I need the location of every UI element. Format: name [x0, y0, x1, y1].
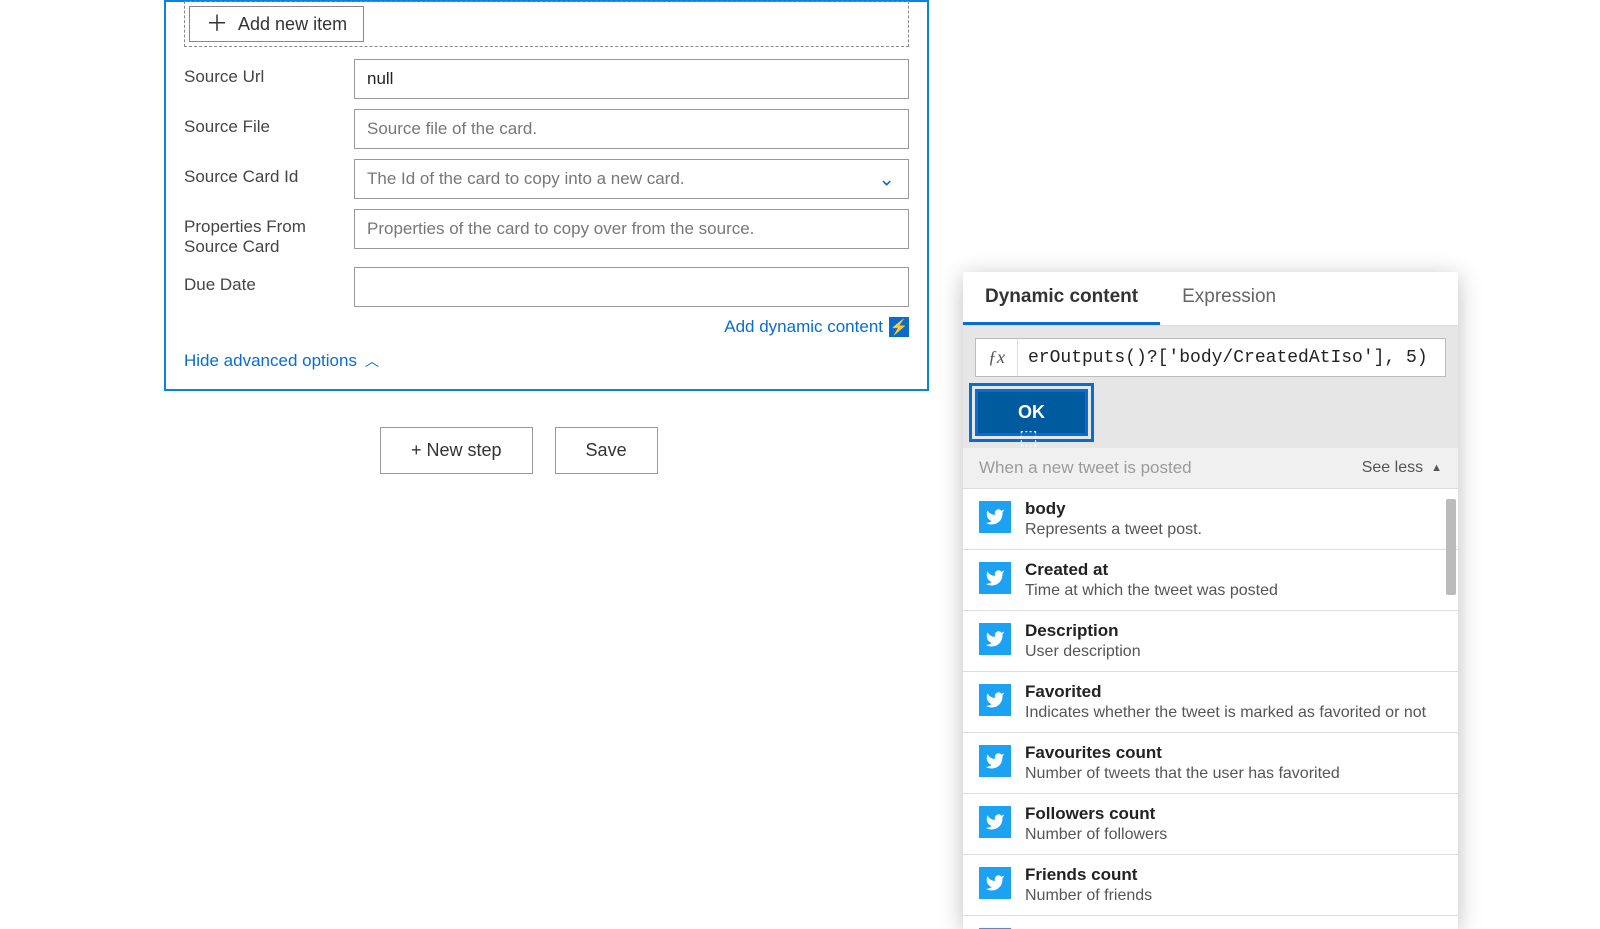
bottom-actions: + New step Save [380, 427, 658, 474]
item-title: Favorited [1025, 682, 1426, 702]
label-source-url: Source Url [184, 59, 354, 87]
twitter-icon [979, 684, 1011, 716]
row-source-file: Source File [184, 109, 909, 149]
item-description: Time at which the tweet was posted [1025, 582, 1278, 600]
source-card-id-select[interactable]: ⌄ [354, 159, 909, 199]
tab-expression[interactable]: Expression [1160, 272, 1298, 325]
item-title: Followers count [1025, 804, 1167, 824]
fx-icon: ƒx [976, 339, 1018, 376]
source-url-input[interactable] [354, 59, 909, 99]
row-due-date: Due Date [184, 267, 909, 307]
add-new-item-button[interactable]: ＋ Add new item [189, 6, 364, 42]
item-text: Description User description [1025, 621, 1141, 661]
label-source-file: Source File [184, 109, 354, 137]
label-source-card-id: Source Card Id [184, 159, 354, 187]
due-date-input[interactable] [354, 267, 909, 307]
item-title: Description [1025, 621, 1141, 641]
triangle-up-icon: ▲ [1431, 462, 1442, 474]
twitter-icon [979, 623, 1011, 655]
source-file-input[interactable] [354, 109, 909, 149]
dynamic-item-list: body Represents a tweet post. Created at… [963, 489, 1458, 929]
label-due-date: Due Date [184, 267, 354, 295]
flyout-tabs: Dynamic content Expression [963, 272, 1458, 326]
vertical-scrollbar[interactable] [1444, 489, 1456, 929]
hide-advanced-options-link[interactable]: Hide advanced options ︿ [184, 351, 379, 371]
new-step-button[interactable]: + New step [380, 427, 533, 474]
save-button[interactable]: Save [555, 427, 658, 474]
add-dynamic-content-link[interactable]: Add dynamic content ⚡ [724, 317, 909, 337]
expression-bar: ƒx [963, 326, 1458, 389]
add-item-container: ＋ Add new item [184, 1, 909, 47]
add-dynamic-content-label: Add dynamic content [724, 317, 883, 337]
ok-button[interactable]: OK [975, 389, 1088, 436]
item-description: Number of tweets that the user has favor… [1025, 765, 1340, 783]
row-props-from-source: Properties From Source Card [184, 209, 909, 257]
dynamic-item[interactable]: Description User description [963, 611, 1458, 672]
source-card-id-input[interactable] [354, 159, 909, 199]
item-text: Created at Time at which the tweet was p… [1025, 560, 1278, 600]
card-action-panel: ＋ Add new item Source Url Source File So… [164, 0, 929, 391]
chevron-up-icon: ︿ [365, 351, 379, 371]
group-title: When a new tweet is posted [979, 458, 1192, 478]
plus-icon: ＋ [206, 13, 228, 35]
group-header: When a new tweet is posted See less ▲ [963, 448, 1458, 489]
item-text: Followers count Number of followers [1025, 804, 1167, 844]
add-dynamic-content-row: Add dynamic content ⚡ [184, 317, 909, 337]
scrollbar-thumb[interactable] [1446, 499, 1456, 595]
item-title: body [1025, 499, 1202, 519]
item-text: Favorited Indicates whether the tweet is… [1025, 682, 1426, 722]
hide-advanced-label: Hide advanced options [184, 351, 357, 371]
tab-dynamic-content[interactable]: Dynamic content [963, 272, 1160, 325]
items-scroll-region: body Represents a tweet post. Created at… [963, 489, 1458, 929]
twitter-icon [979, 806, 1011, 838]
item-title: Created at [1025, 560, 1278, 580]
dynamic-item[interactable]: Favorited Indicates whether the tweet is… [963, 672, 1458, 733]
dynamic-item[interactable]: in_reply_to_user_id [963, 916, 1458, 929]
dynamic-content-flyout: Dynamic content Expression ƒx OK ⬚ When … [963, 272, 1458, 929]
label-props-from-source: Properties From Source Card [184, 209, 354, 257]
twitter-icon [979, 562, 1011, 594]
ok-button-wrap: OK ⬚ [963, 389, 1458, 448]
twitter-icon [979, 745, 1011, 777]
add-item-label: Add new item [238, 14, 347, 35]
item-title: Favourites count [1025, 743, 1340, 763]
dynamic-item[interactable]: Friends count Number of friends [963, 855, 1458, 916]
dynamic-item[interactable]: Favourites count Number of tweets that t… [963, 733, 1458, 794]
item-description: User description [1025, 643, 1141, 661]
dynamic-item[interactable]: body Represents a tweet post. [963, 489, 1458, 550]
dynamic-item[interactable]: Followers count Number of followers [963, 794, 1458, 855]
row-source-url: Source Url [184, 59, 909, 99]
props-from-source-input[interactable] [354, 209, 909, 249]
see-less-link[interactable]: See less ▲ [1362, 459, 1442, 477]
row-source-card-id: Source Card Id ⌄ [184, 159, 909, 199]
item-description: Represents a tweet post. [1025, 521, 1202, 539]
dynamic-item[interactable]: Created at Time at which the tweet was p… [963, 550, 1458, 611]
expression-input[interactable] [1018, 340, 1445, 376]
item-description: Indicates whether the tweet is marked as… [1025, 704, 1426, 722]
item-text: Favourites count Number of tweets that t… [1025, 743, 1340, 783]
twitter-icon [979, 867, 1011, 899]
item-description: Number of friends [1025, 887, 1152, 905]
item-text: Friends count Number of friends [1025, 865, 1152, 905]
dynamic-content-badge-icon: ⚡ [889, 317, 909, 337]
twitter-icon [979, 501, 1011, 533]
item-description: Number of followers [1025, 826, 1167, 844]
item-text: body Represents a tweet post. [1025, 499, 1202, 539]
expression-input-row: ƒx [975, 338, 1446, 377]
item-title: Friends count [1025, 865, 1152, 885]
see-less-label: See less [1362, 459, 1423, 477]
